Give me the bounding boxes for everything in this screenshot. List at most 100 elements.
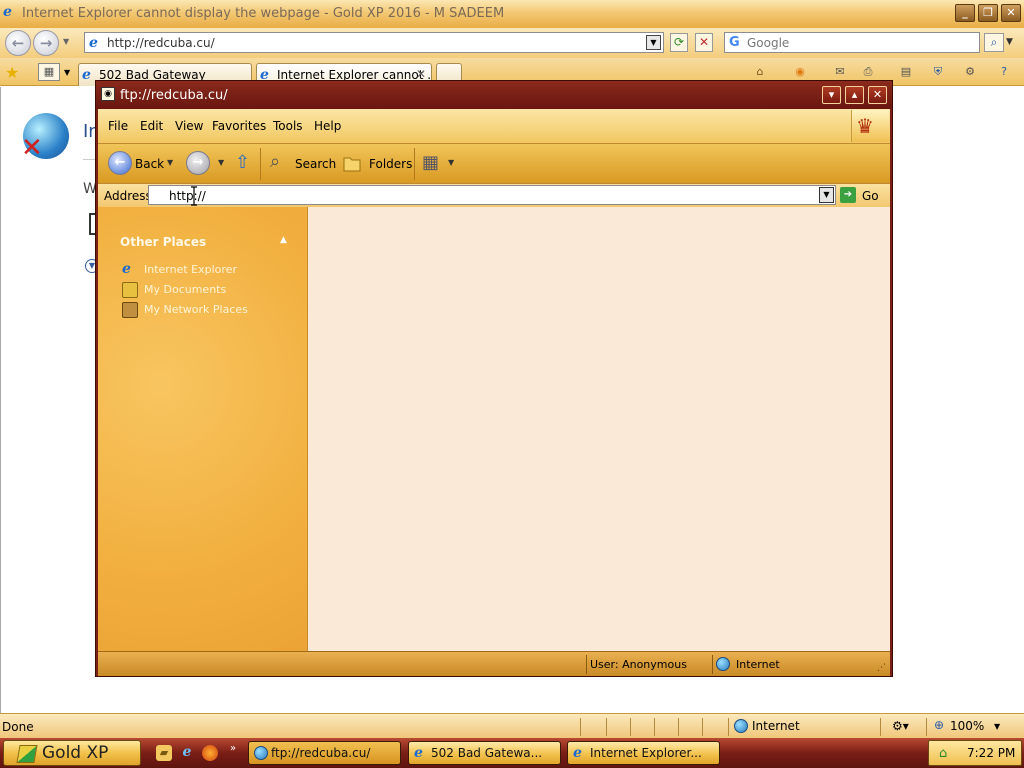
ftp-close-button[interactable]: ✕ xyxy=(868,86,887,104)
history-dropdown-icon[interactable]: ▼ xyxy=(63,37,69,46)
ftp-back-icon[interactable]: ← xyxy=(108,151,132,175)
forward-dropdown-icon[interactable]: ▼ xyxy=(218,158,224,167)
help-icon[interactable]: ? xyxy=(996,64,1012,80)
menu-help[interactable]: Help xyxy=(314,119,341,133)
ie-icon: e xyxy=(414,745,423,761)
my-documents-icon xyxy=(122,282,138,298)
taskbar-button-label: ftp://redcuba.cu/ xyxy=(271,746,371,760)
menu-file[interactable]: File xyxy=(108,119,128,133)
close-button[interactable]: ✕ xyxy=(1001,4,1021,22)
refresh-button[interactable]: ⟳ xyxy=(670,33,688,52)
search-button[interactable]: ⌕ xyxy=(984,33,1004,52)
sidebar-link-my-documents[interactable]: My Documents xyxy=(122,281,302,299)
search-box[interactable]: G Google xyxy=(724,32,980,53)
text-cursor-icon xyxy=(191,186,197,206)
quicklaunch-firefox-icon[interactable] xyxy=(202,745,218,761)
tools-gear-icon[interactable]: ⚙ xyxy=(962,64,978,80)
ie-icon: e xyxy=(573,745,582,761)
ftp-search-button[interactable]: Search xyxy=(295,157,336,171)
explorer-icon xyxy=(254,746,268,760)
home-icon[interactable]: ⌂ xyxy=(752,64,768,80)
zoom-level[interactable]: 100% xyxy=(950,719,984,733)
status-separator xyxy=(728,718,729,736)
ftp-maximize-button[interactable]: ▴ xyxy=(845,86,864,104)
menu-tools[interactable]: Tools xyxy=(273,119,303,133)
folders-icon[interactable] xyxy=(342,153,362,173)
ftp-titlebar[interactable]: ◉ ftp://redcuba.cu/ ▾ ▴ ✕ xyxy=(96,81,892,109)
restore-button[interactable]: ❐ xyxy=(978,4,998,22)
page-icon: e xyxy=(89,35,98,51)
quicklaunch-ie-icon[interactable]: e xyxy=(180,745,194,759)
start-label: Gold XP xyxy=(42,743,109,763)
sidebar-link-label: Internet Explorer xyxy=(144,263,237,276)
address-bar[interactable]: e http://redcuba.cu/ ▼ xyxy=(84,32,664,53)
menu-favorites[interactable]: Favorites xyxy=(212,119,266,133)
go-button[interactable]: ➔ Go xyxy=(838,186,888,205)
ftp-folders-button[interactable]: Folders xyxy=(369,157,412,171)
taskbar-button-ftp[interactable]: ftp://redcuba.cu/ xyxy=(248,741,401,765)
stop-button[interactable]: ✕ xyxy=(695,33,713,52)
search-magnifier-icon[interactable]: ⌕ xyxy=(270,151,280,172)
quicklaunch-folder-icon[interactable]: ▰ xyxy=(156,745,172,761)
sidebar-link-internet-explorer[interactable]: e Internet Explorer xyxy=(122,261,302,279)
ie-window-title: Internet Explorer cannot display the web… xyxy=(22,6,505,21)
network-tray-icon[interactable]: ⌂ xyxy=(939,746,947,761)
print-icon[interactable]: ⎙ xyxy=(860,64,876,80)
crown-icon: ♛ xyxy=(856,114,874,138)
sidebar-link-my-network-places[interactable]: My Network Places xyxy=(122,301,302,319)
minimize-button[interactable]: _ xyxy=(955,4,975,22)
ftp-file-list[interactable] xyxy=(308,207,890,651)
ftp-forward-icon[interactable]: → xyxy=(186,151,210,175)
mail-icon[interactable]: ✉ xyxy=(832,64,848,80)
quicklaunch-overflow-icon[interactable]: » xyxy=(230,743,236,754)
start-button[interactable]: Gold XP xyxy=(3,740,141,766)
address-value[interactable]: http:// xyxy=(169,189,206,203)
go-arrow-icon: ➔ xyxy=(840,187,856,203)
ftp-zone-label: Internet xyxy=(736,658,780,671)
feeds-icon[interactable]: ◉ xyxy=(792,64,808,80)
collapse-chevron-icon[interactable]: ▲ xyxy=(280,235,287,245)
internet-zone-icon xyxy=(716,657,730,671)
forward-button[interactable]: → xyxy=(33,30,59,56)
ftp-window-title: ftp://redcuba.cu/ xyxy=(120,88,228,103)
safety-icon[interactable]: ⛨ xyxy=(930,64,946,80)
status-separator xyxy=(586,655,587,674)
back-dropdown-icon[interactable]: ▼ xyxy=(167,158,173,167)
toolbar-separator xyxy=(414,148,415,180)
zoom-dropdown-icon[interactable]: ▼ xyxy=(994,722,1000,731)
ftp-address-dropdown[interactable]: ▼ xyxy=(819,187,834,203)
up-folder-icon[interactable]: ⇧ xyxy=(235,152,250,173)
tab-list-dropdown-icon[interactable]: ▼ xyxy=(64,68,70,77)
status-text: Done xyxy=(2,720,34,734)
tab-close-icon[interactable]: ✕ xyxy=(416,67,426,81)
favorites-star-icon[interactable]: ★ xyxy=(5,63,19,82)
back-button[interactable]: ← xyxy=(5,30,31,56)
protected-mode-icon[interactable]: ⚙▾ xyxy=(892,719,909,733)
menu-view[interactable]: View xyxy=(175,119,203,133)
address-input[interactable]: http://redcuba.cu/ xyxy=(107,36,215,50)
ftp-back-label[interactable]: Back xyxy=(135,157,164,171)
views-dropdown-icon[interactable]: ▼ xyxy=(448,158,454,167)
zoom-icon[interactable]: ⊕ xyxy=(934,718,944,732)
clock[interactable]: 7:22 PM xyxy=(967,746,1015,760)
taskbar: Gold XP ▰ e » ftp://redcuba.cu/ e 502 Ba… xyxy=(0,738,1024,768)
ftp-minimize-button[interactable]: ▾ xyxy=(822,86,841,104)
resize-grip-icon[interactable]: ⋰ xyxy=(877,663,886,673)
menu-edit[interactable]: Edit xyxy=(140,119,163,133)
address-dropdown-button[interactable]: ▼ xyxy=(646,35,661,50)
page-menu-icon[interactable]: ▤ xyxy=(898,64,914,80)
tab-ie-icon: e xyxy=(82,67,91,83)
error-globe-icon: ✕ xyxy=(21,113,69,163)
taskbar-button-ie-error[interactable]: e Internet Explorer... xyxy=(567,741,720,765)
zone-label: Internet xyxy=(752,719,800,733)
ftp-address-input[interactable]: http:// ▼ xyxy=(148,185,836,205)
taskbar-button-bad-gateway[interactable]: e 502 Bad Gatewa... xyxy=(408,741,561,765)
ie-statusbar: Done Internet ⚙▾ ⊕ 100% ▼ xyxy=(0,713,1024,738)
taskbar-button-label: Internet Explorer... xyxy=(590,746,702,760)
quick-tabs-button[interactable]: ▦ xyxy=(38,63,60,81)
other-places-title[interactable]: Other Places xyxy=(120,235,206,249)
ie-titlebar: e Internet Explorer cannot display the w… xyxy=(0,0,1024,28)
search-options-dropdown[interactable]: ▼ xyxy=(1006,33,1018,52)
views-icon[interactable]: ▦ xyxy=(422,152,439,173)
search-input[interactable]: Google xyxy=(747,36,789,50)
